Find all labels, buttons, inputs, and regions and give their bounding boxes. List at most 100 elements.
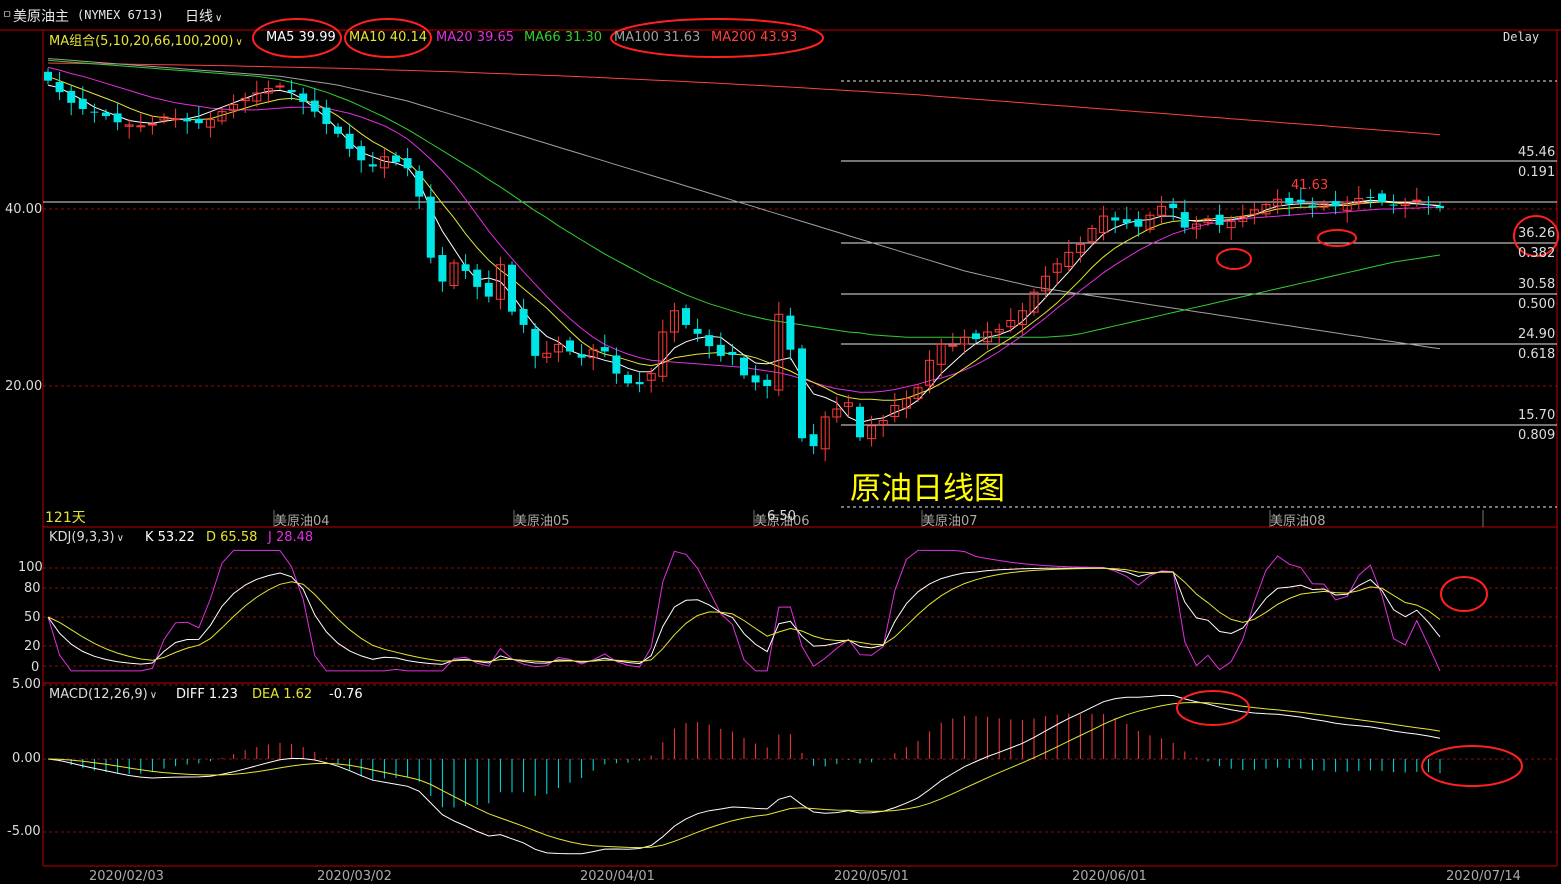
candle-body bbox=[1169, 203, 1178, 209]
candle-body bbox=[275, 85, 285, 88]
candle-body bbox=[171, 118, 181, 121]
candle-body bbox=[183, 118, 192, 122]
candle-body bbox=[1412, 199, 1422, 202]
fib-ratio: 0.809 bbox=[1518, 428, 1556, 443]
candle-body bbox=[763, 379, 772, 386]
month-marker: 美原油05 bbox=[514, 514, 570, 529]
candle-body bbox=[508, 264, 516, 312]
candle-body bbox=[461, 264, 470, 271]
annotation-ellipse bbox=[1317, 229, 1357, 247]
candle-body bbox=[55, 82, 64, 93]
candle-body bbox=[426, 196, 435, 258]
macd-axis-label: 5.00 bbox=[12, 677, 41, 692]
candle-body bbox=[1378, 193, 1386, 202]
candle-body bbox=[786, 315, 795, 350]
annotation-ellipse bbox=[1216, 248, 1252, 270]
candle-body bbox=[856, 406, 864, 438]
candle-body bbox=[1296, 199, 1305, 203]
candle-body bbox=[1122, 219, 1131, 224]
candle-body bbox=[415, 170, 424, 197]
candle-body bbox=[287, 89, 296, 93]
macd-label[interactable]: MACD(12,26,9) ∨ bbox=[49, 687, 157, 702]
high-price-label: 41.63 bbox=[1291, 178, 1329, 193]
candle-body bbox=[751, 375, 760, 383]
date-label: 2020/07/14 bbox=[1446, 869, 1521, 884]
candle-body bbox=[438, 255, 447, 282]
candle-body bbox=[1331, 201, 1340, 207]
ma-group-text: MA组合(5,10,20,66,100,200) bbox=[49, 34, 234, 49]
candle-body bbox=[194, 118, 203, 124]
kdj-k-line bbox=[47, 567, 1441, 665]
ma20-label: MA20 39.65 bbox=[436, 30, 515, 45]
candle-body bbox=[44, 71, 52, 81]
candle-body bbox=[299, 93, 308, 102]
kdj-axis-label: 0 bbox=[31, 660, 40, 675]
candle-body bbox=[1111, 217, 1120, 221]
candle-body bbox=[566, 340, 574, 352]
kdj-d-line bbox=[47, 567, 1441, 663]
fib-ratio: 0.382 bbox=[1518, 246, 1556, 261]
fib-price: 36.26 bbox=[1518, 226, 1556, 241]
candle-body bbox=[392, 155, 400, 163]
month-marker: 美原油08 bbox=[1270, 514, 1326, 529]
candle-body bbox=[1285, 197, 1294, 204]
candle-body bbox=[740, 357, 748, 376]
macd-diff-line bbox=[47, 694, 1441, 855]
month-marker: 美原油04 bbox=[274, 514, 330, 529]
annotation-ellipses bbox=[252, 18, 1559, 787]
candle-body bbox=[1215, 214, 1224, 225]
candle-body bbox=[600, 347, 609, 352]
date-label: 2020/04/01 bbox=[580, 869, 655, 884]
ma5-label: MA5 39.99 bbox=[266, 30, 336, 45]
candle-body bbox=[612, 355, 621, 374]
annotation-ellipse bbox=[1440, 576, 1488, 612]
ma10-label: MA10 40.14 bbox=[349, 30, 428, 45]
candle-body bbox=[67, 90, 76, 103]
macd-axis-label: 0.00 bbox=[12, 751, 41, 766]
fib-ratio: 0.191 bbox=[1518, 165, 1556, 180]
delay-indicator: Delay bbox=[1503, 30, 1540, 44]
fib-price: 24.90 bbox=[1518, 327, 1556, 342]
fib-price: 15.70 bbox=[1518, 408, 1556, 423]
fib-price: 30.58 bbox=[1518, 277, 1556, 292]
date-label: 2020/05/01 bbox=[834, 869, 909, 884]
candle-body bbox=[972, 333, 980, 340]
fib-ratio: 0.500 bbox=[1518, 297, 1556, 312]
ma200-label: MA200 43.93 bbox=[711, 30, 798, 45]
candle-body bbox=[1389, 204, 1398, 206]
annotation-ellipse bbox=[1176, 690, 1250, 726]
kdj-label[interactable]: KDJ(9,3,3) ∨ bbox=[49, 530, 124, 545]
kdj-axis-label: 100 bbox=[18, 560, 43, 575]
candle-body bbox=[322, 107, 331, 125]
candle-body bbox=[102, 112, 110, 117]
date-label: 2020/03/02 bbox=[317, 869, 392, 884]
candle-body bbox=[1436, 205, 1444, 209]
candle-body bbox=[948, 344, 958, 347]
ma-group-label[interactable]: MA组合(5,10,20,66,100,200) ∨ bbox=[49, 30, 243, 49]
chart-canvas[interactable] bbox=[0, 0, 1561, 881]
date-label: 2020/06/01 bbox=[1072, 869, 1147, 884]
macd-axis-label: -5.00 bbox=[7, 824, 41, 839]
candle-body bbox=[345, 133, 354, 149]
candle-body bbox=[1134, 219, 1143, 227]
candle-body bbox=[136, 125, 146, 128]
candle-body bbox=[635, 382, 644, 385]
price-axis-label: 40.00 bbox=[5, 202, 43, 217]
candle-body bbox=[519, 309, 528, 325]
annotation-ellipse bbox=[1421, 745, 1523, 787]
date-label: 2020/02/03 bbox=[89, 869, 164, 884]
kdj-axis-label: 50 bbox=[24, 610, 41, 625]
candle-body bbox=[716, 344, 725, 356]
candle-body bbox=[728, 351, 737, 356]
low-price-label: 6.50 bbox=[767, 509, 796, 524]
day-count: 121天 bbox=[45, 510, 86, 526]
candle-body bbox=[484, 282, 493, 297]
fibonacci-lines bbox=[841, 80, 1557, 508]
chevron-down-icon: ∨ bbox=[235, 37, 243, 48]
candle-body bbox=[147, 123, 157, 126]
kdj-j-value: J 28.48 bbox=[268, 530, 314, 545]
ma66-label: MA66 31.30 bbox=[524, 30, 603, 45]
kdj-k-value: K 53.22 bbox=[145, 530, 195, 545]
chevron-down-icon: ∨ bbox=[149, 690, 158, 701]
macd-hist-value: -0.76 bbox=[329, 687, 363, 702]
